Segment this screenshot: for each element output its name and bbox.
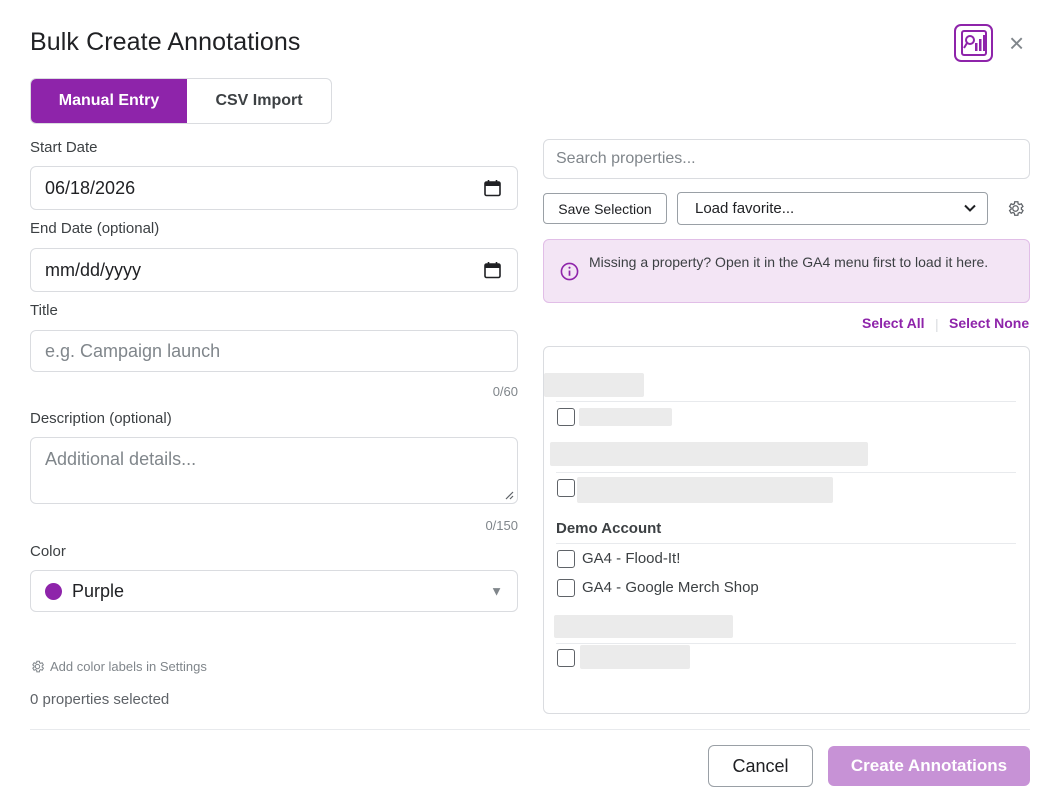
select-all-link[interactable]: Select All	[862, 315, 925, 331]
property-checkbox[interactable]	[557, 408, 575, 426]
load-favorite-value: Load favorite...	[695, 200, 795, 217]
end-date-input[interactable]: mm/dd/yyyy	[30, 248, 518, 292]
link-separator: |	[935, 316, 939, 332]
title-placeholder: e.g. Campaign launch	[45, 340, 221, 361]
dropdown-caret-icon: ▼	[490, 583, 503, 599]
select-none-link[interactable]: Select None	[949, 315, 1029, 331]
redacted-property-label	[580, 645, 690, 669]
end-date-placeholder: mm/dd/yyyy	[45, 259, 142, 280]
start-date-input[interactable]: 06/18/2026	[30, 166, 518, 210]
start-date-value: 06/18/2026	[45, 177, 136, 198]
property-checkbox[interactable]	[557, 479, 575, 497]
title-input[interactable]: e.g. Campaign launch	[30, 330, 518, 372]
settings-link-label: Add color labels in Settings	[50, 659, 207, 674]
info-icon	[560, 262, 579, 281]
calendar-icon[interactable]	[484, 262, 501, 279]
analytics-logo-icon	[954, 24, 993, 62]
redacted-group-title	[544, 373, 644, 397]
title-label: Title	[30, 302, 58, 319]
color-swatch	[45, 582, 62, 600]
property-label[interactable]: GA4 - Flood-It!	[582, 550, 680, 567]
save-selection-button[interactable]: Save Selection	[543, 193, 667, 224]
resize-handle-icon[interactable]	[505, 491, 514, 500]
description-placeholder: Additional details...	[45, 449, 197, 469]
redacted-property-label	[577, 477, 833, 503]
load-favorite-select[interactable]: Load favorite...	[677, 192, 988, 225]
redacted-group-title	[550, 442, 868, 466]
property-checkbox[interactable]	[557, 550, 575, 568]
description-label: Description (optional)	[30, 410, 172, 427]
info-banner: Missing a property? Open it in the GA4 m…	[543, 239, 1030, 303]
tab-manual-entry[interactable]: Manual Entry	[31, 79, 187, 123]
cancel-button[interactable]: Cancel	[708, 745, 813, 787]
gear-icon	[32, 660, 45, 673]
close-icon[interactable]: ×	[1009, 30, 1024, 56]
divider	[556, 472, 1016, 473]
property-checkbox[interactable]	[557, 579, 575, 597]
property-checkbox[interactable]	[557, 649, 575, 667]
property-search-input[interactable]: Search properties...	[543, 139, 1030, 179]
divider	[556, 543, 1016, 544]
calendar-icon[interactable]	[484, 180, 501, 197]
settings-link[interactable]: Add color labels in Settings	[30, 659, 207, 674]
gear-icon[interactable]	[1006, 199, 1025, 223]
start-date-label: Start Date	[30, 139, 98, 156]
property-label[interactable]: GA4 - Google Merch Shop	[582, 579, 759, 596]
tab-csv-import[interactable]: CSV Import	[187, 79, 331, 123]
color-select[interactable]: Purple ▼	[30, 570, 518, 612]
description-counter: 0/150	[485, 518, 518, 533]
divider	[556, 643, 1016, 644]
selected-count: 0 properties selected	[30, 691, 170, 708]
description-textarea[interactable]: Additional details...	[30, 437, 518, 504]
info-text: Missing a property? Open it in the GA4 m…	[589, 254, 989, 270]
color-label: Color	[30, 543, 66, 560]
group-title: Demo Account	[556, 520, 662, 537]
end-date-label: End Date (optional)	[30, 220, 160, 237]
entry-mode-tabs: Manual Entry CSV Import	[30, 78, 332, 124]
redacted-group-title	[554, 615, 733, 638]
color-value: Purple	[72, 580, 125, 601]
divider	[556, 401, 1016, 402]
title-counter: 0/60	[492, 384, 518, 399]
chevron-down-icon	[964, 204, 976, 212]
search-placeholder: Search properties...	[556, 150, 696, 167]
create-annotations-button[interactable]: Create Annotations	[828, 746, 1030, 786]
dialog-title: Bulk Create Annotations	[30, 28, 301, 56]
redacted-property-label	[579, 408, 672, 426]
property-list: Demo Account GA4 - Flood-It! GA4 - Googl…	[543, 346, 1030, 714]
footer-divider	[30, 729, 1030, 730]
